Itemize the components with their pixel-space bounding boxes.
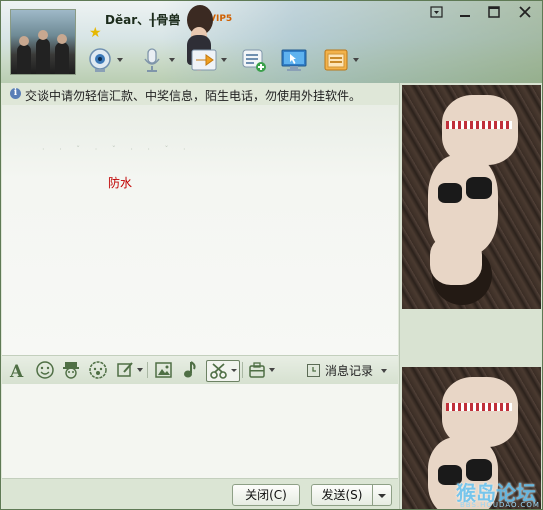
- remote-assist-icon[interactable]: [281, 47, 307, 73]
- avatar-head: [38, 30, 48, 40]
- microphone-icon[interactable]: [139, 47, 165, 73]
- history-dropdown-icon[interactable]: [380, 369, 387, 373]
- app-box-dropdown-icon[interactable]: [353, 58, 359, 62]
- photo-bikini: [466, 177, 492, 199]
- photo-bikini: [438, 183, 462, 203]
- safety-notice: i 交谈中请勿轻信汇款、中奖信息，陌生电话，勿使用外挂软件。: [3, 85, 397, 105]
- more-tools-dropdown-icon[interactable]: [269, 368, 275, 372]
- music-icon[interactable]: [182, 361, 200, 379]
- scribble-dropdown-icon[interactable]: [137, 368, 143, 372]
- send-file-icon[interactable]: [191, 47, 217, 73]
- emoji-icon[interactable]: [36, 361, 54, 379]
- photo-legs: [442, 95, 518, 165]
- header-toolbar: [87, 47, 387, 75]
- info-icon: i: [10, 88, 21, 99]
- format-toolbar: A 消息记录: [2, 355, 398, 385]
- message-history-label: 消息记录: [325, 364, 374, 378]
- send-options-button[interactable]: [372, 484, 392, 506]
- avatar-figure: [17, 44, 31, 74]
- more-tools-icon[interactable]: [248, 361, 266, 379]
- send-file-dropdown-icon[interactable]: [221, 58, 227, 62]
- photo-pattern: [446, 403, 512, 411]
- toolbar-separator: [242, 362, 243, 378]
- side-panel: 猴岛论坛 BBS.HOUDAO.COM: [399, 83, 542, 509]
- contact-avatar[interactable]: [10, 9, 76, 75]
- message-history-button[interactable]: 消息记录: [307, 362, 387, 379]
- picture-icon[interactable]: [155, 361, 173, 379]
- contact-photo[interactable]: [402, 85, 541, 309]
- notice-text: 交谈中请勿轻信汇款、中奖信息，陌生电话，勿使用外挂软件。: [25, 89, 362, 103]
- svg-text:A: A: [9, 362, 24, 379]
- minimize-button[interactable]: [454, 4, 476, 21]
- avatar-figure: [55, 42, 69, 74]
- self-photo[interactable]: 猴岛论坛 BBS.HOUDAO.COM: [402, 367, 541, 509]
- watermark-url: BBS.HOUDAO.COM: [460, 501, 540, 509]
- message-input[interactable]: [2, 384, 398, 478]
- maximize-button[interactable]: [483, 4, 505, 21]
- photo-pattern: [446, 121, 512, 129]
- avatar-figure: [36, 38, 50, 74]
- app-box-icon[interactable]: [323, 47, 349, 73]
- scribble-icon[interactable]: [116, 361, 134, 379]
- magic-face-icon[interactable]: [62, 361, 80, 379]
- background-decoration: · · ˇ · ˇ · · ˇ ·: [42, 145, 192, 154]
- microphone-dropdown-icon[interactable]: [169, 58, 175, 62]
- close-chat-button[interactable]: 关闭(C): [232, 484, 300, 506]
- window-menu-button[interactable]: [426, 4, 448, 21]
- chat-window: Dĕar、╂骨兽 VIP5 ★ i 交谈中请勿轻信汇款、中奖信息，陌生电话，勿使…: [0, 0, 543, 510]
- toolbar-separator: [147, 362, 148, 378]
- clock-icon: [307, 364, 320, 377]
- header: Dĕar、╂骨兽 VIP5 ★: [1, 1, 542, 83]
- avatar-head: [57, 34, 67, 44]
- photo-body: [428, 155, 498, 255]
- send-button[interactable]: 发送(S): [311, 484, 373, 506]
- star-icon[interactable]: ★: [89, 26, 103, 40]
- contact-name[interactable]: Dĕar、╂骨兽: [105, 11, 180, 28]
- bottom-bar: 关闭(C) 发送(S): [2, 478, 398, 509]
- chat-message: 防水: [108, 176, 133, 190]
- voice-face-icon[interactable]: [89, 361, 107, 379]
- close-button[interactable]: [514, 4, 536, 21]
- webcam-icon[interactable]: [87, 47, 113, 73]
- screenshot-scissors-icon[interactable]: [206, 360, 240, 382]
- chat-history[interactable]: · · ˇ · ˇ · · ˇ ·: [2, 105, 398, 355]
- webcam-dropdown-icon[interactable]: [117, 58, 123, 62]
- avatar-head: [19, 36, 29, 46]
- contact-card-icon[interactable]: [241, 47, 267, 73]
- font-icon[interactable]: A: [9, 361, 27, 382]
